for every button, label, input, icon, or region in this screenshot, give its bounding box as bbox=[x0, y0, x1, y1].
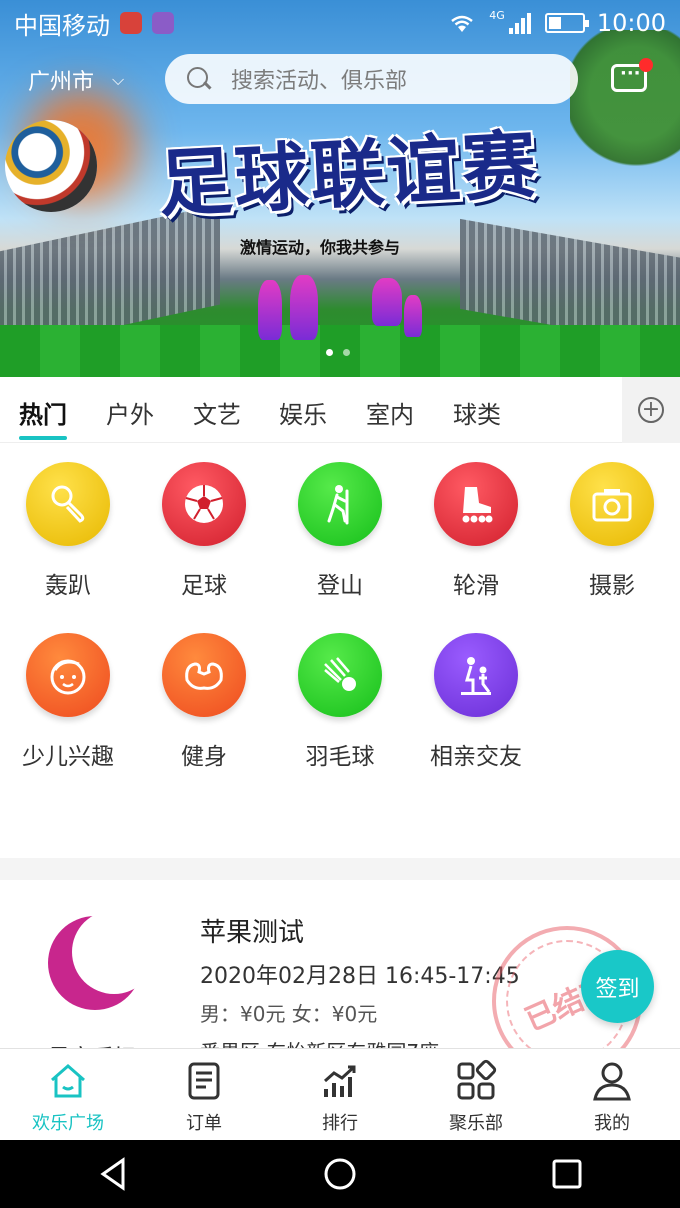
nav-label: 订单 bbox=[186, 1113, 222, 1134]
search-placeholder: 搜索活动、俱乐部 bbox=[231, 69, 408, 94]
child-face-icon bbox=[26, 633, 110, 717]
page-dot-active bbox=[326, 349, 333, 356]
category-fitness[interactable]: 健身 bbox=[136, 633, 272, 771]
tab-arts[interactable]: 文艺 bbox=[193, 395, 241, 430]
section-divider bbox=[0, 858, 680, 880]
nav-plaza[interactable]: 欢乐广场 bbox=[0, 1049, 136, 1140]
moon-logo-icon bbox=[48, 910, 156, 1010]
nav-label: 欢乐广场 bbox=[32, 1113, 104, 1134]
banner-pagination bbox=[326, 349, 350, 356]
active-tab-indicator bbox=[19, 436, 67, 440]
camera-icon bbox=[570, 462, 654, 546]
home-icon bbox=[51, 1064, 85, 1098]
signal-icon bbox=[508, 13, 531, 34]
category-label: 相亲交友 bbox=[430, 744, 522, 770]
nav-label: 聚乐部 bbox=[449, 1113, 503, 1134]
roller-skate-icon bbox=[434, 462, 518, 546]
nav-label: 排行 bbox=[322, 1113, 358, 1134]
activity-price: 男：¥0元 女：¥0元 bbox=[200, 1002, 378, 1026]
banner-subtitle: 激情运动，你我共参与 bbox=[240, 238, 401, 257]
page-dot bbox=[343, 349, 350, 356]
category-photography[interactable]: 摄影 bbox=[544, 462, 680, 600]
microphone-icon bbox=[26, 462, 110, 546]
city-selector[interactable]: 广州市 ⌵ bbox=[28, 64, 124, 96]
player-silhouette bbox=[290, 275, 318, 340]
nav-ranking[interactable]: 排行 bbox=[272, 1049, 408, 1140]
category-dating[interactable]: 相亲交友 bbox=[408, 633, 544, 771]
unread-dot bbox=[639, 58, 653, 72]
city-label: 广州市 bbox=[28, 70, 95, 95]
tab-outdoor[interactable]: 户外 bbox=[106, 395, 154, 430]
activity-title: 苹果测试 bbox=[200, 918, 305, 948]
network-type: 4G bbox=[489, 8, 505, 22]
shuttlecock-icon bbox=[298, 633, 382, 717]
category-label: 健身 bbox=[181, 744, 227, 770]
category-tabs: 热门 户外 文艺 娱乐 室内 球类 + bbox=[0, 377, 680, 443]
search-icon bbox=[187, 67, 211, 91]
search-input[interactable]: 搜索活动、俱乐部 bbox=[165, 54, 578, 104]
couple-icon bbox=[434, 633, 518, 717]
category-party[interactable]: 轰趴 bbox=[0, 462, 136, 600]
status-bar: 中国移动 4G 10:00 bbox=[0, 0, 680, 46]
plus-circle-icon: + bbox=[638, 397, 664, 423]
user-icon bbox=[593, 1062, 631, 1101]
top-bar: 广州市 ⌵ 搜索活动、俱乐部 bbox=[0, 54, 680, 106]
soccer-ball-graphic bbox=[5, 120, 97, 212]
notification-app-icon bbox=[120, 12, 142, 34]
category-badminton[interactable]: 羽毛球 bbox=[272, 633, 408, 771]
player-silhouette bbox=[404, 295, 422, 337]
category-label: 足球 bbox=[181, 573, 227, 599]
category-label: 少儿兴趣 bbox=[22, 744, 114, 770]
bottom-nav: 欢乐广场 订单 排行 聚乐部 我的 bbox=[0, 1048, 680, 1140]
tab-indoor[interactable]: 室内 bbox=[366, 395, 414, 430]
add-tab-button[interactable]: + bbox=[622, 377, 680, 443]
tab-ball-games[interactable]: 球类 bbox=[453, 395, 501, 430]
category-label: 轰趴 bbox=[45, 573, 91, 599]
sign-in-button[interactable]: 签到 bbox=[581, 950, 654, 1023]
grid-apps-icon bbox=[457, 1059, 497, 1100]
back-icon[interactable] bbox=[93, 1154, 133, 1194]
tab-hot[interactable]: 热门 bbox=[19, 395, 67, 430]
category-hiking[interactable]: 登山 bbox=[272, 462, 408, 600]
chevron-down-icon: ⌵ bbox=[112, 70, 125, 89]
wifi-icon bbox=[451, 15, 474, 32]
notification-message-icon bbox=[152, 12, 174, 34]
activity-time: 2020年02月28日 16:45-17:45 bbox=[200, 964, 520, 989]
category-football[interactable]: 足球 bbox=[136, 462, 272, 600]
soccer-ball-icon bbox=[162, 462, 246, 546]
player-silhouette bbox=[372, 278, 402, 326]
clock: 10:00 bbox=[596, 9, 666, 37]
nav-label: 我的 bbox=[594, 1113, 630, 1134]
category-label: 轮滑 bbox=[453, 573, 499, 599]
ranking-chart-icon bbox=[324, 1065, 356, 1097]
nav-orders[interactable]: 订单 bbox=[136, 1049, 272, 1140]
category-kids[interactable]: 少儿兴趣 bbox=[0, 633, 136, 771]
recents-icon[interactable] bbox=[547, 1154, 587, 1194]
muscle-icon bbox=[162, 633, 246, 717]
tab-entertainment[interactable]: 娱乐 bbox=[279, 395, 327, 430]
nav-clubs[interactable]: 聚乐部 bbox=[408, 1049, 544, 1140]
activity-card[interactable]: 星空乐坛 苹果测试 2020年02月28日 16:45-17:45 男：¥0元 … bbox=[0, 880, 680, 1050]
message-button[interactable] bbox=[607, 58, 653, 100]
battery-icon bbox=[544, 13, 589, 33]
category-label: 羽毛球 bbox=[305, 744, 375, 770]
carrier-name: 中国移动 bbox=[14, 11, 110, 40]
order-list-icon bbox=[188, 1062, 220, 1100]
category-label: 摄影 bbox=[589, 573, 635, 599]
nav-profile[interactable]: 我的 bbox=[544, 1049, 680, 1140]
hiker-icon bbox=[298, 462, 382, 546]
system-nav-bar bbox=[0, 1140, 680, 1208]
category-label: 登山 bbox=[317, 573, 363, 599]
home-circle-icon[interactable] bbox=[320, 1154, 360, 1194]
category-skating[interactable]: 轮滑 bbox=[408, 462, 544, 600]
banner-title: 足球联谊赛 bbox=[156, 122, 541, 228]
player-silhouette bbox=[258, 280, 282, 340]
